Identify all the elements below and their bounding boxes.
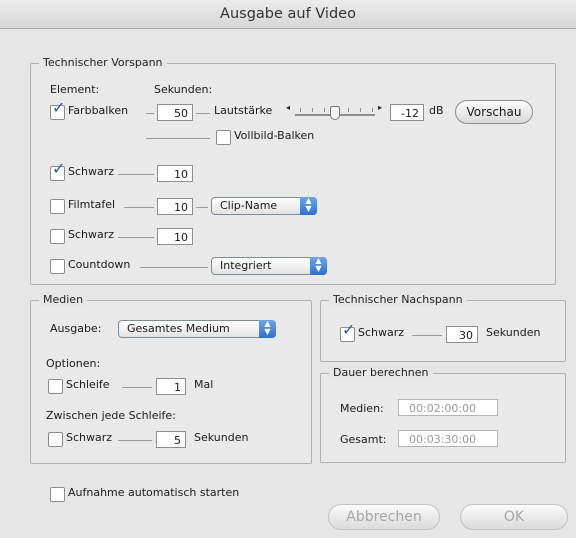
filmtafel-popup-value: Clip-Name — [220, 199, 278, 212]
farbbalken-checkbox[interactable]: ✓ — [50, 100, 65, 120]
slider-tick — [372, 108, 373, 112]
countdown-checkbox[interactable] — [50, 259, 65, 274]
connector-line — [196, 207, 208, 208]
col-element-label: Element: — [50, 83, 100, 96]
connector-line — [146, 113, 154, 114]
checkmark-icon: ✓ — [52, 159, 66, 178]
schwarz2-label: Schwarz — [68, 228, 115, 241]
aufnahme-checkbox[interactable] — [50, 487, 65, 502]
schwarz1-checkbox[interactable]: ✓ — [50, 161, 65, 181]
schleife-unit: Mal — [194, 378, 214, 391]
countdown-label: Countdown — [68, 258, 131, 271]
nachspann-schwarz-field[interactable]: 30 — [446, 326, 478, 343]
group-medien-title: Medien — [39, 293, 88, 306]
volume-high-icon: ▸ — [378, 103, 383, 112]
group-nachspann-title: Technischer Nachspann — [329, 293, 467, 306]
connector-line — [140, 267, 208, 268]
popup-arrows-icon: ▲ ▼ — [300, 197, 317, 215]
checkmark-icon: ✓ — [52, 98, 66, 117]
zwischen-label: Zwischen jede Schleife: — [46, 409, 176, 422]
volume-slider-thumb[interactable] — [330, 106, 340, 120]
schleife-field[interactable]: 1 — [156, 378, 186, 395]
schwarz1-seconds-field[interactable]: 10 — [157, 165, 193, 182]
group-vorspann-title: Technischer Vorspann — [39, 56, 167, 69]
slider-tick — [348, 108, 349, 112]
group-dauer-title: Dauer berechnen — [329, 366, 433, 379]
slider-tick — [300, 108, 301, 112]
vollbild-checkbox[interactable] — [216, 130, 231, 145]
popup-arrows-icon: ▲ ▼ — [259, 320, 276, 338]
slider-tick — [312, 108, 313, 112]
group-dauer: Dauer berechnen — [320, 366, 566, 463]
col-sekunden-label: Sekunden: — [154, 83, 213, 96]
lautstaerke-label: Lautstärke — [214, 104, 273, 117]
schwarz2-seconds-field[interactable]: 10 — [157, 228, 193, 245]
nachspann-schwarz-label: Schwarz — [358, 326, 405, 339]
schwarz2-checkbox[interactable] — [50, 229, 65, 244]
countdown-popup[interactable]: Integriert ▲ ▼ — [211, 257, 327, 275]
optionen-label: Optionen: — [46, 357, 101, 370]
nachspann-schwarz-unit: Sekunden — [486, 326, 541, 339]
farbbalken-seconds-field[interactable]: 50 — [157, 104, 193, 121]
connector-line — [146, 138, 210, 139]
countdown-popup-value: Integriert — [220, 259, 272, 272]
popup-arrows-icon: ▲ ▼ — [310, 257, 327, 275]
ausgabe-popup-value: Gesamtes Medium — [127, 322, 230, 335]
connector-line — [118, 237, 154, 238]
slider-tick — [360, 108, 361, 112]
vollbild-label: Vollbild-Balken — [234, 129, 315, 142]
connector-line — [196, 113, 210, 114]
filmtafel-checkbox[interactable] — [50, 199, 65, 214]
connector-line — [118, 174, 154, 175]
connector-line — [118, 440, 152, 441]
dauer-medien-field: 00:02:00:00 — [398, 399, 498, 416]
filmtafel-label: Filmtafel — [68, 198, 116, 211]
medien-schwarz-label: Schwarz — [66, 431, 113, 444]
connector-line — [122, 387, 152, 388]
volume-unit: dB — [429, 104, 444, 117]
schleife-label: Schleife — [66, 378, 110, 391]
volume-low-icon: ◂ — [286, 103, 291, 112]
ausgabe-popup[interactable]: Gesamtes Medium ▲ ▼ — [118, 320, 276, 338]
ausgabe-label: Ausgabe: — [50, 322, 102, 335]
checkmark-icon: ✓ — [342, 320, 356, 339]
ok-button[interactable]: OK — [460, 504, 568, 530]
schleife-checkbox[interactable] — [48, 379, 63, 394]
slider-tick — [324, 108, 325, 112]
schwarz1-label: Schwarz — [68, 165, 115, 178]
medien-schwarz-unit: Sekunden — [194, 431, 249, 444]
cancel-button[interactable]: Abbrechen — [328, 504, 440, 530]
dauer-gesamt-field: 00:03:30:00 — [398, 430, 498, 447]
filmtafel-popup[interactable]: Clip-Name ▲ ▼ — [211, 197, 317, 215]
farbbalken-label: Farbbalken — [68, 104, 129, 117]
vorschau-button[interactable]: Vorschau — [455, 100, 533, 124]
medien-schwarz-field[interactable]: 5 — [156, 431, 186, 448]
connector-line — [124, 207, 154, 208]
window-title: Ausgabe auf Video — [0, 0, 576, 29]
medien-schwarz-checkbox[interactable] — [48, 432, 63, 447]
dauer-gesamt-label: Gesamt: — [340, 433, 387, 446]
dauer-medien-label: Medien: — [340, 402, 384, 415]
aufnahme-label: Aufnahme automatisch starten — [68, 486, 240, 499]
nachspann-schwarz-checkbox[interactable]: ✓ — [340, 322, 355, 342]
connector-line — [412, 335, 442, 336]
volume-field[interactable]: -12 — [390, 104, 424, 121]
filmtafel-seconds-field[interactable]: 10 — [157, 198, 193, 215]
